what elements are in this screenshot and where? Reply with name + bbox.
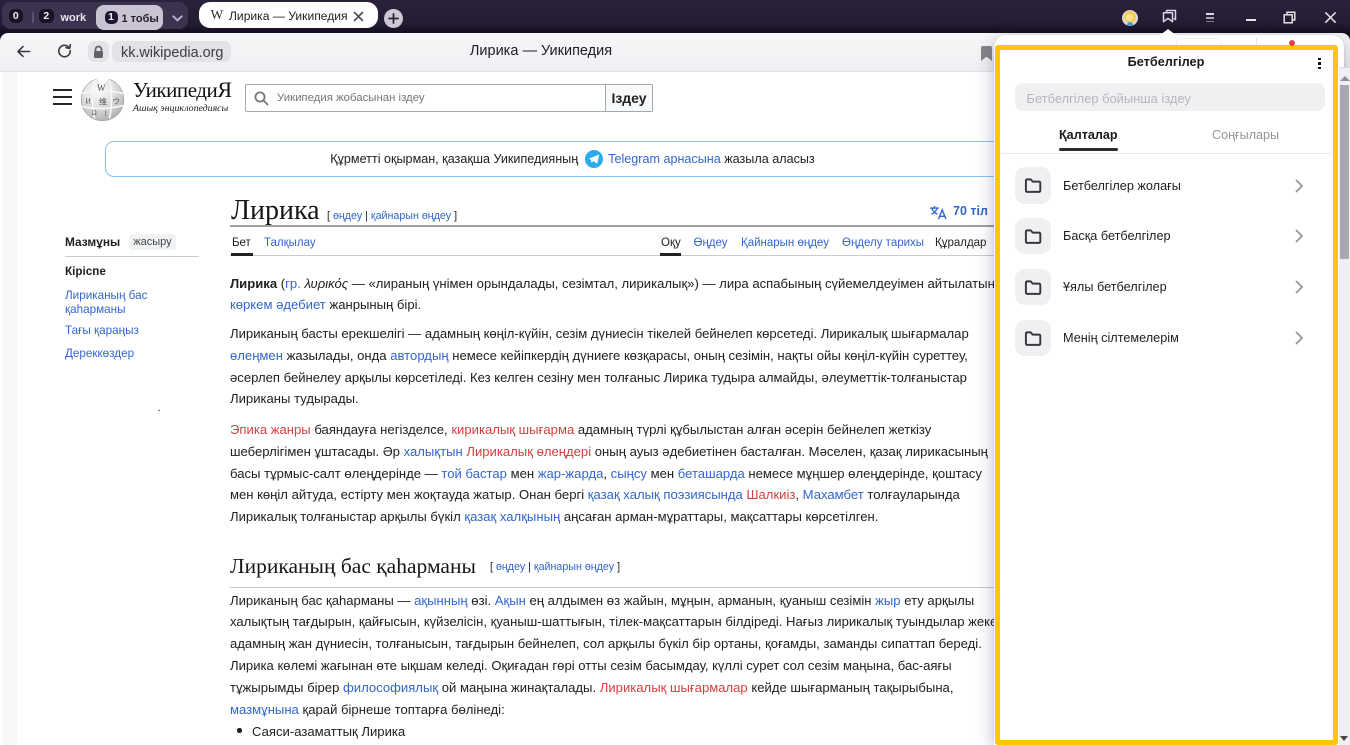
svg-text:И: И <box>86 97 92 106</box>
svg-text:W: W <box>97 83 106 93</box>
svg-text:Ω: Ω <box>92 109 97 117</box>
svg-text:ウ: ウ <box>113 97 121 106</box>
svg-text:维: 维 <box>99 97 107 107</box>
svg-text:ا: ا <box>105 110 107 118</box>
